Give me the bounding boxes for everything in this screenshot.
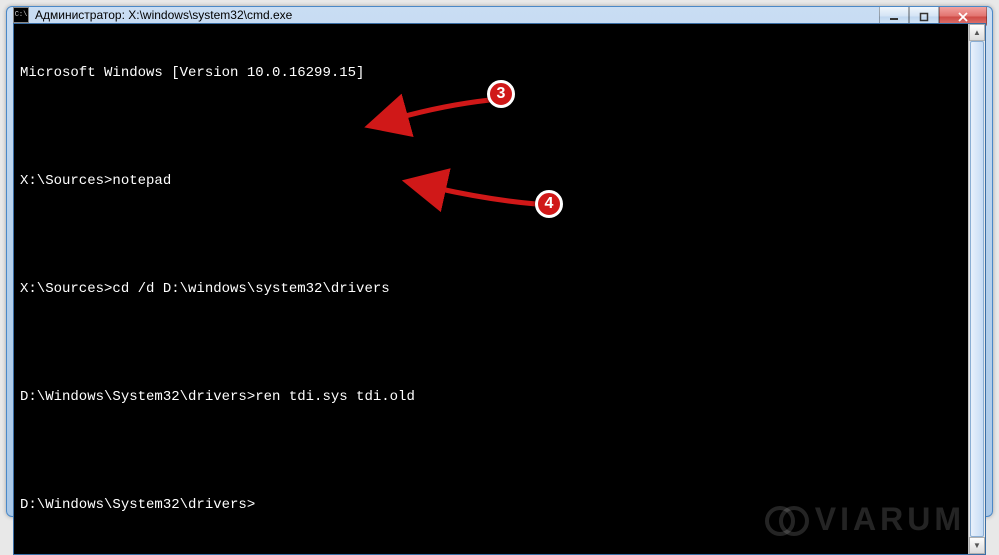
annotation-badge-3: 3 bbox=[487, 80, 515, 108]
terminal-line: Microsoft Windows [Version 10.0.16299.15… bbox=[20, 64, 962, 82]
terminal-line bbox=[20, 442, 962, 460]
cmd-icon: C:\ bbox=[13, 7, 29, 23]
vertical-scrollbar[interactable]: ▲ ▼ bbox=[968, 24, 985, 554]
titlebar[interactable]: C:\ Администратор: X:\windows\system32\c… bbox=[7, 7, 992, 23]
terminal-line: D:\Windows\System32\drivers>ren tdi.sys … bbox=[20, 388, 962, 406]
scroll-thumb[interactable] bbox=[970, 41, 984, 537]
scroll-down-button[interactable]: ▼ bbox=[969, 537, 985, 554]
terminal-line bbox=[20, 118, 962, 136]
terminal-line: X:\Sources>cd /d D:\windows\system32\dri… bbox=[20, 280, 962, 298]
watermark-text: VIARUM bbox=[815, 501, 965, 538]
watermark-logo-icon bbox=[765, 505, 809, 535]
terminal-line bbox=[20, 334, 962, 352]
terminal-line bbox=[20, 226, 962, 244]
watermark: VIARUM bbox=[765, 501, 965, 538]
window-title: Администратор: X:\windows\system32\cmd.e… bbox=[35, 8, 986, 22]
terminal-line: X:\Sources>notepad bbox=[20, 172, 962, 190]
scroll-up-button[interactable]: ▲ bbox=[969, 24, 985, 41]
scroll-track[interactable] bbox=[969, 41, 985, 537]
annotation-badge-4: 4 bbox=[535, 190, 563, 218]
